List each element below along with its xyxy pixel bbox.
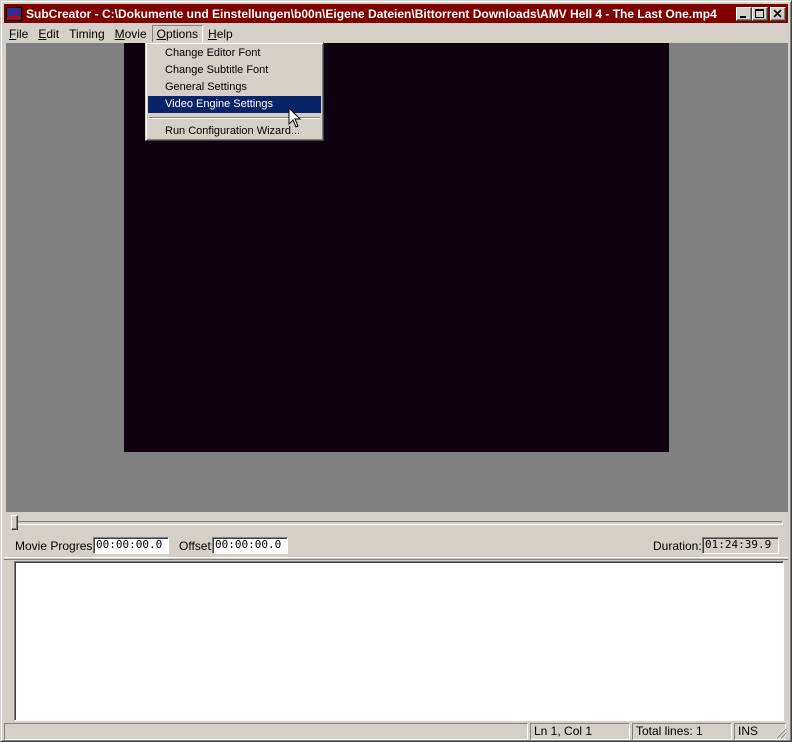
menu-movie[interactable]: Movie: [110, 25, 152, 43]
caption-buttons: [736, 6, 786, 21]
menu-file[interactable]: File: [4, 25, 33, 43]
window-title: SubCreator - C:\Dokumente und Einstellun…: [26, 6, 717, 21]
resize-grip-icon[interactable]: [775, 727, 787, 739]
close-icon: [773, 8, 782, 18]
menu-item-general-settings[interactable]: General Settings: [148, 79, 321, 96]
subtitle-editor[interactable]: [14, 561, 784, 721]
timing-info-row: Movie Progress: 00:00:00.0 Offset: 00:00…: [1, 537, 792, 554]
maximize-icon: [755, 8, 764, 18]
seek-slider-thumb[interactable]: [11, 515, 18, 530]
menu-help[interactable]: Help: [203, 25, 238, 43]
status-cursor-position: Ln 1, Col 1: [530, 723, 630, 740]
seek-slider-track[interactable]: [13, 521, 783, 525]
menu-options[interactable]: Options: [151, 24, 204, 43]
movie-progress-field[interactable]: 00:00:00.0: [93, 537, 169, 554]
duration-field: 01:24:39.9: [702, 537, 779, 554]
close-button[interactable]: [770, 6, 786, 21]
minimize-icon: [740, 15, 746, 18]
menu-item-change-editor-font[interactable]: Change Editor Font: [148, 45, 321, 62]
app-icon[interactable]: [6, 6, 22, 21]
duration-label: Duration:: [653, 539, 702, 553]
menu-bar: File Edit Timing Movie Options Help: [4, 24, 788, 43]
mouse-cursor-icon: [288, 107, 302, 128]
menu-timing[interactable]: Timing: [64, 25, 110, 43]
menu-edit[interactable]: Edit: [33, 25, 64, 43]
status-bar: Ln 1, Col 1 Total lines: 1 INS: [4, 723, 788, 740]
minimize-button[interactable]: [736, 6, 752, 21]
status-total-lines: Total lines: 1: [632, 723, 732, 740]
offset-field[interactable]: 00:00:00.0: [212, 537, 288, 554]
maximize-button[interactable]: [752, 6, 768, 21]
status-panel-empty: [4, 723, 528, 740]
app-window: SubCreator - C:\Dokumente und Einstellun…: [0, 0, 792, 742]
movie-progress-label: Movie Progress:: [15, 539, 102, 553]
offset-label: Offset:: [179, 539, 215, 553]
menu-item-change-subtitle-font[interactable]: Change Subtitle Font: [148, 62, 321, 79]
video-workspace: [6, 43, 788, 512]
pane-splitter[interactable]: [4, 557, 788, 560]
title-bar[interactable]: SubCreator - C:\Dokumente und Einstellun…: [4, 4, 788, 23]
